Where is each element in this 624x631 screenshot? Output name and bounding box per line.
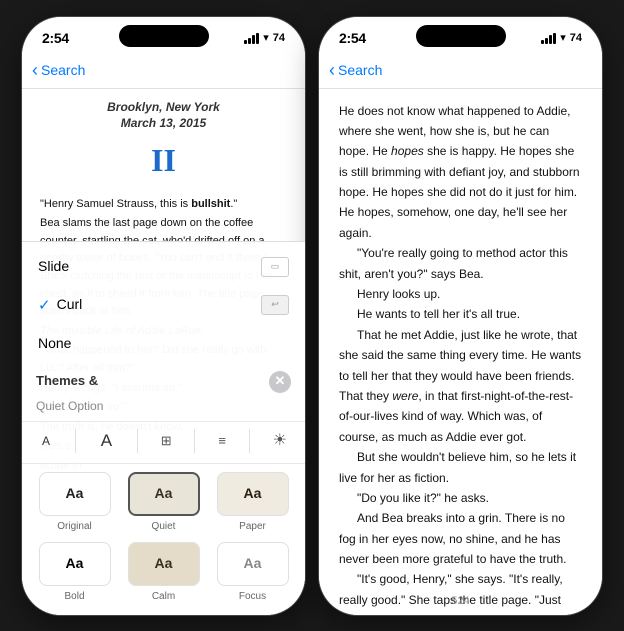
theme-label-quiet: Quiet [152, 519, 176, 535]
chapter-number: II [40, 136, 287, 186]
book-header: Brooklyn, New YorkMarch 13, 2015 II [40, 99, 287, 186]
theme-box-bold[interactable]: Aa [39, 542, 111, 586]
themes-label: Themes & [36, 371, 98, 391]
theme-quiet[interactable]: Aa Quiet [123, 472, 204, 535]
reading-para-1: He does not know what happened to Addie,… [339, 101, 582, 244]
status-icons-left: ▾ 74 [244, 31, 285, 44]
wifi-icon-right: ▾ [560, 31, 566, 44]
theme-bold[interactable]: Aa Bold [34, 542, 115, 605]
book-location: Brooklyn, New YorkMarch 13, 2015 [40, 99, 287, 133]
phones-container: 2:54 ▾ 74 ‹ Search [21, 16, 603, 616]
dynamic-island-right [416, 25, 506, 47]
reading-para-4: He wants to tell her it's all true. [339, 304, 582, 324]
reading-para-5: That he met Addie, just like he wrote, t… [339, 325, 582, 447]
quiet-options-label: Quiet Option [36, 397, 103, 416]
theme-label-focus: Focus [239, 589, 266, 605]
theme-box-quiet[interactable]: Aa [128, 472, 200, 516]
back-label-left: Search [41, 62, 85, 78]
transition-curl[interactable]: ✓ Curl ↩ [22, 286, 305, 325]
reading-para-2: "You're really going to method actor thi… [339, 243, 582, 284]
theme-label-paper: Paper [239, 519, 266, 535]
transition-none[interactable]: None [22, 325, 305, 363]
font-divider-4 [249, 429, 250, 453]
transition-options: Slide ▭ ✓ Curl ↩ None [22, 242, 305, 363]
curl-label: Curl [57, 294, 261, 316]
slide-icon: ▭ [261, 257, 289, 277]
font-divider-1 [75, 429, 76, 453]
status-bar-left: 2:54 ▾ 74 [22, 17, 305, 53]
signal-bar-2 [248, 38, 251, 44]
themes-header-row: Themes & ✕ [22, 363, 305, 397]
theme-grid: Aa Original Aa Quiet Aa Paper Aa Bold [22, 464, 305, 615]
status-icons-right: ▾ 74 [541, 31, 582, 44]
none-label: None [38, 333, 289, 355]
theme-original[interactable]: Aa Original [34, 472, 115, 535]
nav-bar-right: ‹ Search [319, 53, 602, 89]
font-size-row: A A ⊞ ≡ ☀ [22, 421, 305, 463]
brightness-icon[interactable]: ☀ [269, 427, 291, 456]
slide-label: Slide [38, 256, 69, 278]
curl-check: ✓ [38, 294, 51, 317]
reading-para-3: Henry looks up. [339, 284, 582, 304]
nav-bar-left: ‹ Search [22, 53, 305, 89]
theme-box-focus[interactable]: Aa [217, 542, 289, 586]
close-button[interactable]: ✕ [269, 371, 291, 393]
theme-paper[interactable]: Aa Paper [212, 472, 293, 535]
signal-icon [244, 32, 259, 44]
signal-bar-1 [244, 40, 247, 44]
theme-focus[interactable]: Aa Focus [212, 542, 293, 605]
theme-calm[interactable]: Aa Calm [123, 542, 204, 605]
status-bar-right: 2:54 ▾ 74 [319, 17, 602, 53]
font-style-icon[interactable]: ⊞ [157, 429, 176, 453]
left-phone: 2:54 ▾ 74 ‹ Search [21, 16, 306, 616]
overlay-panel: Slide ▭ ✓ Curl ↩ None Themes & ✕ [22, 241, 305, 615]
battery-left: 74 [273, 32, 285, 44]
reading-para-8: And Bea breaks into a grin. There is no … [339, 508, 582, 569]
back-button-left[interactable]: ‹ Search [32, 60, 85, 81]
right-phone: 2:54 ▾ 74 ‹ Search He d [318, 16, 603, 616]
reading-para-9: "It's good, Henry," she says. "It's real… [339, 569, 582, 614]
font-decrease-button[interactable]: A [36, 430, 56, 453]
dynamic-island-left [119, 25, 209, 47]
book-content: Brooklyn, New YorkMarch 13, 2015 II "Hen… [22, 89, 305, 615]
battery-right: 74 [570, 32, 582, 44]
time-right: 2:54 [339, 30, 366, 46]
signal-icon-right [541, 32, 556, 44]
reading-para-7: "Do you like it?" he asks. [339, 488, 582, 508]
font-divider-2 [137, 429, 138, 453]
curl-icon: ↩ [261, 295, 289, 315]
back-button-right[interactable]: ‹ Search [329, 60, 382, 81]
transition-slide[interactable]: Slide ▭ [22, 248, 305, 286]
theme-box-paper[interactable]: Aa [217, 472, 289, 516]
theme-label-original: Original [57, 519, 91, 535]
theme-label-calm: Calm [152, 589, 175, 605]
book-para-1: "Henry Samuel Strauss, this is bullshit.… [40, 196, 287, 214]
time-left: 2:54 [42, 30, 69, 46]
reading-para-6: But she wouldn't believe him, so he lets… [339, 447, 582, 488]
font-format-icon[interactable]: ≡ [214, 429, 230, 453]
font-increase-button[interactable]: A [95, 426, 118, 456]
back-label-right: Search [338, 62, 382, 78]
quiet-options-row: Quiet Option [22, 397, 305, 422]
font-divider-3 [194, 429, 195, 453]
reading-content: He does not know what happened to Addie,… [319, 89, 602, 615]
wifi-icon: ▾ [263, 31, 269, 44]
page-number: 524 [451, 595, 469, 607]
signal-bar-3 [252, 35, 255, 44]
signal-bar-4 [256, 33, 259, 44]
theme-label-bold: Bold [64, 589, 84, 605]
back-chevron-right: ‹ [329, 60, 335, 81]
theme-box-calm[interactable]: Aa [128, 542, 200, 586]
back-chevron-left: ‹ [32, 60, 38, 81]
theme-box-original[interactable]: Aa [39, 472, 111, 516]
